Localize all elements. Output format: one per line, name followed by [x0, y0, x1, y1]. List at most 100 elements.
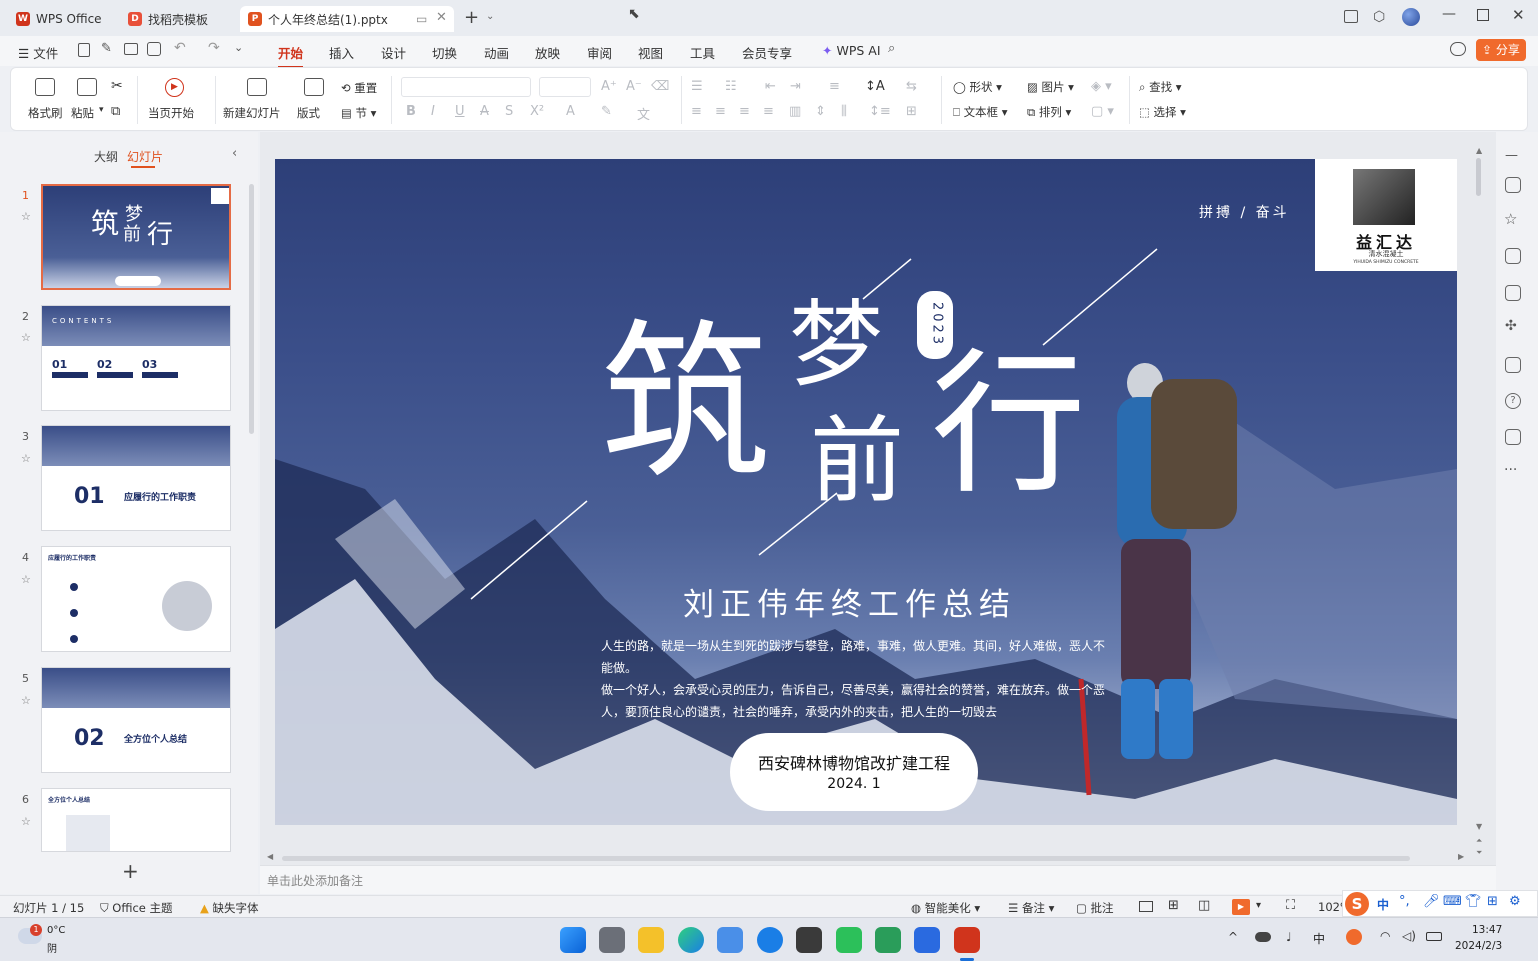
select-button[interactable]: ⬚ 选择 ▾ — [1139, 104, 1186, 120]
restore-icon[interactable] — [1477, 9, 1489, 21]
collapse-sidebar-icon[interactable]: — — [1505, 148, 1518, 163]
underline-icon[interactable]: U — [455, 104, 465, 119]
tray-chevron-icon[interactable]: ^ — [1228, 930, 1238, 944]
volume-icon[interactable]: ◁) — [1402, 929, 1416, 943]
print-icon[interactable] — [124, 43, 138, 55]
new-slide-button[interactable]: 新建幻灯片 — [223, 105, 281, 121]
slide-thumbnail-2[interactable]: CONTENTS 01 02 03 — [41, 305, 231, 411]
missing-font-indicator[interactable]: ▲ 缺失字体 — [200, 900, 259, 916]
ime-mode-label[interactable]: 中 — [1377, 896, 1389, 913]
layout-icon[interactable] — [1344, 10, 1358, 23]
textbox-button[interactable]: ⎕ 文本框 ▾ — [953, 104, 1008, 120]
redo-icon[interactable]: ↷ — [208, 40, 220, 56]
file-explorer-icon[interactable] — [638, 927, 664, 953]
wps-taskbar-icon[interactable] — [954, 927, 980, 953]
outline-tab[interactable]: 大纲 — [94, 148, 118, 165]
pin-icon[interactable]: ▭ — [416, 12, 427, 26]
task-view-icon[interactable] — [599, 927, 625, 953]
toolbox-icon[interactable]: ⊞ — [1487, 894, 1498, 909]
undo-icon[interactable]: ↶ — [174, 40, 186, 56]
grid-view-icon[interactable]: ⊞ — [1168, 898, 1179, 913]
menu-animation[interactable]: 动画 — [484, 43, 509, 62]
reset-button[interactable]: ⟲ 重置 — [341, 80, 377, 96]
find-button[interactable]: ⌕ 查找 ▾ — [1139, 79, 1182, 95]
sogou-tray-icon[interactable] — [1346, 929, 1362, 945]
font-family-select[interactable] — [401, 77, 531, 97]
fill-icon[interactable]: ◈ ▾ — [1091, 79, 1112, 94]
bold-icon[interactable]: B — [406, 104, 416, 119]
more-icon[interactable]: ··· — [1504, 462, 1517, 478]
clock-time[interactable]: 13:47 — [1472, 924, 1502, 936]
shadow-icon[interactable]: S — [505, 104, 513, 119]
punctuation-icon[interactable]: °, — [1399, 894, 1410, 909]
tab-wps-office[interactable]: W WPS Office — [8, 6, 112, 32]
comment-icon[interactable] — [1450, 42, 1466, 56]
onedrive-icon[interactable] — [1255, 932, 1271, 942]
text-direction-icon[interactable]: ↕A — [865, 79, 885, 94]
layout-button[interactable]: 版式 — [297, 105, 320, 121]
distribute-icon[interactable]: ▥ — [789, 104, 801, 119]
battery-icon[interactable] — [1426, 932, 1442, 941]
vertical-align-icon[interactable]: ⇕ — [815, 104, 826, 119]
save-icon[interactable] — [78, 43, 90, 57]
star-icon[interactable]: ☆ — [21, 210, 31, 223]
font-size-select[interactable] — [539, 77, 591, 97]
align-left-icon[interactable]: ≡ — [691, 104, 702, 119]
layout-icon[interactable] — [304, 78, 324, 96]
add-slide-icon[interactable]: + — [122, 859, 139, 883]
paste-icon[interactable] — [77, 78, 97, 96]
clear-format-icon[interactable]: ⌫ — [651, 79, 669, 94]
cube-icon[interactable]: ⬡ — [1373, 9, 1385, 25]
columns-icon[interactable]: ⫼ — [841, 104, 847, 119]
slide-thumbnail-4[interactable]: 应履行的工作职责 — [41, 546, 231, 652]
reading-view-icon[interactable]: ◫ — [1198, 898, 1210, 913]
spacing-icon[interactable]: ↕≡ — [869, 104, 891, 119]
collapse-panel-icon[interactable]: ‹ — [232, 146, 237, 161]
theme-indicator[interactable]: ⛉ Office 主题 — [100, 900, 173, 916]
paste-button[interactable]: 粘贴 — [71, 105, 94, 121]
keyboard-icon[interactable]: ⌨ — [1443, 894, 1462, 909]
convert-icon[interactable]: ⇆ — [906, 79, 917, 94]
menu-review[interactable]: 审阅 — [587, 43, 612, 62]
ime-settings-icon[interactable]: ⚙ — [1509, 894, 1521, 909]
star-icon[interactable]: ☆ — [21, 815, 31, 828]
prev-slide-icon[interactable]: ⏶ — [1476, 836, 1482, 846]
outline-icon[interactable]: ▢ ▾ — [1091, 104, 1114, 119]
ime-tray-label[interactable]: 中 — [1313, 930, 1325, 947]
bullet-list-icon[interactable]: ☰ — [691, 79, 703, 94]
close-window-icon[interactable]: ✕ — [1512, 6, 1525, 24]
slide-1[interactable]: 益汇达 清水混凝土 YIHUIDA SHIMIZU CONCRETE 拼搏 / … — [275, 159, 1457, 825]
number-list-icon[interactable]: ☷ — [725, 79, 737, 94]
menu-slideshow[interactable]: 放映 — [535, 43, 560, 62]
smart-art-icon[interactable]: ⊞ — [906, 104, 917, 119]
copy-icon[interactable]: ⧉ — [111, 104, 120, 119]
gallery-icon[interactable] — [1505, 285, 1521, 301]
scroll-left-icon[interactable]: ◀ — [267, 852, 273, 861]
new-tab-icon[interactable]: + — [464, 7, 479, 28]
file-menu[interactable]: ☰ 文件 — [18, 43, 58, 62]
pen-icon[interactable]: ✎ — [101, 41, 112, 56]
wifi-icon[interactable]: ◠ — [1380, 929, 1390, 943]
more-chevron-icon[interactable]: ⌄ — [234, 41, 243, 54]
avatar[interactable] — [1402, 8, 1420, 26]
line-spacing-icon[interactable]: ≡ — [829, 79, 840, 94]
shrink-font-icon[interactable]: A⁻ — [626, 79, 642, 94]
menu-insert[interactable]: 插入 — [329, 43, 354, 62]
sogou-ime-icon[interactable]: S — [1345, 892, 1369, 916]
voice-input-icon[interactable]: 🎤︎ — [1423, 894, 1440, 909]
increase-indent-icon[interactable]: ⇥ — [790, 79, 801, 94]
feishu-icon[interactable] — [914, 927, 940, 953]
slides-tab[interactable]: 幻灯片 — [127, 148, 163, 165]
smart-beautify-button[interactable]: ◍ 智能美化 ▾ — [911, 900, 980, 916]
notes-area[interactable]: 单击此处添加备注 — [260, 865, 1496, 894]
preview-icon[interactable] — [147, 42, 161, 56]
tab-list-chevron-icon[interactable]: ⌄ — [486, 11, 494, 22]
next-slide-icon[interactable]: ⏷ — [1476, 848, 1482, 858]
menu-home[interactable]: 开始 — [278, 43, 304, 68]
copy-style-icon[interactable] — [1505, 248, 1521, 264]
store-icon[interactable] — [717, 927, 743, 953]
gift-icon[interactable] — [1505, 429, 1521, 445]
menu-transition[interactable]: 切换 — [432, 43, 457, 62]
minimize-icon[interactable]: — — [1442, 6, 1456, 22]
help-icon[interactable]: ? — [1505, 393, 1521, 409]
